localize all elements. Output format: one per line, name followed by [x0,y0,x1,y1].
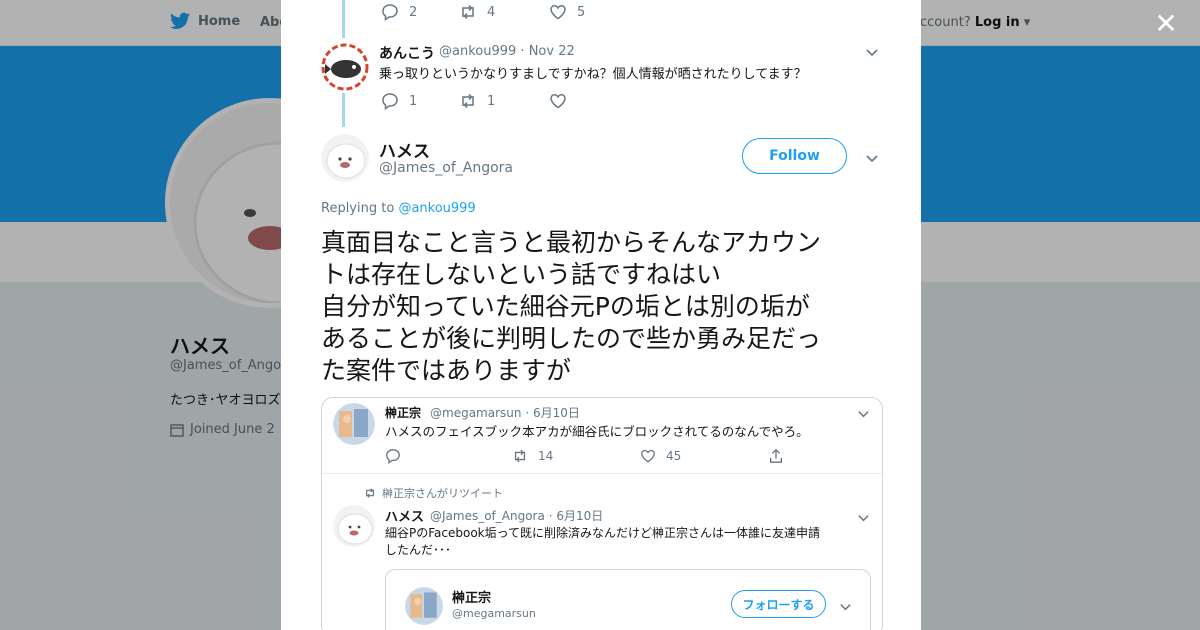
heart-icon [641,449,655,463]
heart-icon [550,94,566,109]
avatar[interactable] [333,505,375,547]
like-action[interactable]: 5 [549,3,585,21]
follow-button[interactable]: Follow [742,138,847,174]
quote-handle[interactable]: @James_of_Angora [430,509,545,523]
avatar[interactable] [333,403,375,445]
reply-count: 1 [409,93,418,109]
heart-icon [550,5,566,20]
retweet-count: 14 [538,449,554,463]
avatar[interactable] [405,587,443,625]
replying-to-link[interactable]: @ankou999 [398,201,475,216]
cat-avatar-image [333,505,375,547]
retweet-icon [462,93,474,109]
reply-action[interactable]: 2 [381,3,459,21]
reply-count: 2 [409,4,418,20]
main-tweet-line: 真面目なこと言うと最初からそんなアカウン [321,228,822,257]
tweet-modal: 2 4 5 あんこう @ankou999 · Nov 22 乗っ取りというかなり… [281,0,921,630]
reply-action[interactable]: 1 [381,92,459,110]
ankou-avatar-image [321,43,369,91]
quote-author-meta: @megamarsun · 6月10日 [430,404,580,421]
reply-action[interactable] [385,448,512,464]
like-count: 5 [577,4,586,20]
thread-line [342,0,345,38]
sakaki-avatar-image [333,403,375,445]
main-tweet-line: トは存在しないという話ですねはい [321,260,722,289]
like-action[interactable]: 45 [640,448,768,464]
divider [322,473,882,474]
reply-author-meta: @ankou999 · Nov 22 [439,44,575,59]
embedded-tweet[interactable]: 榊正宗 @megamarsun · 6月10日 ハメスのフェイスブック本アカが細… [321,397,883,630]
quote-tweet-line: したんだ･･･ [385,543,452,557]
retweet-count: 1 [487,93,496,109]
reply-icon [386,449,400,464]
tweet-actions: 14 45 [385,448,784,464]
retweet-count: 4 [487,4,496,20]
quote-tweet-text: 細谷PのFacebook垢って既に削除済みなんだけど榊正宗さんは一体誰に友達申請… [385,525,875,559]
retweet-context: 榊正宗さんがリツイート [364,485,503,501]
embed-author-name[interactable]: 榊正宗 [452,587,491,606]
retweet-action[interactable]: 4 [459,3,549,21]
cat-avatar-image [321,134,369,182]
chevron-down-icon[interactable] [857,509,871,523]
thread-line [342,93,345,127]
retweet-icon [366,488,374,498]
quote-handle[interactable]: @megamarsun [430,406,521,420]
like-action[interactable] [549,92,567,110]
follow-button[interactable]: フォローする [731,590,826,618]
avatar[interactable] [321,134,369,182]
separator-dot: · [525,406,533,420]
retweet-context-label[interactable]: 榊正宗さんがリツイート [382,485,503,501]
chevron-down-icon[interactable] [865,44,879,58]
quote-tweet-text: ハメスのフェイスブック本アカが細谷氏にブロックされてるのなんでやろ。 [385,424,809,439]
main-tweet-line: 自分が知っていた細谷元Pの垢とは別の垢が [321,292,810,321]
quote-author-name[interactable]: 榊正宗 [385,404,421,421]
tweet-actions: 1 1 [381,92,567,110]
quote-date[interactable]: 6月10日 [533,406,580,420]
avatar[interactable] [321,43,369,91]
main-tweet-line: た案件ではありますが [321,356,572,385]
quote-date[interactable]: 6月10日 [556,509,603,523]
reply-date[interactable]: Nov 22 [529,44,575,59]
main-tweet-line: あることが後に判明したので些か勇み足だっ [321,324,822,353]
quote-author-name[interactable]: ハメス [385,506,424,525]
quote-tweet-line: 細谷PのFacebook垢って既に削除済みなんだけど榊正宗さんは一体誰に友達申請 [385,526,821,540]
retweet-icon [514,449,526,463]
reply-handle[interactable]: @ankou999 [439,44,516,59]
chevron-down-icon[interactable] [839,598,853,612]
tweet-actions: 2 4 5 [381,3,585,21]
retweet-icon [462,4,474,20]
main-tweet-text: 真面目なこと言うと最初からそんなアカウン トは存在しないという話ですねはい 自分… [321,227,886,387]
main-author-handle[interactable]: @James_of_Angora [379,160,513,176]
chevron-down-icon[interactable] [865,150,879,164]
share-action[interactable] [768,448,784,464]
share-icon [770,448,782,463]
chevron-down-icon[interactable] [857,405,871,419]
separator-dot: · [520,44,529,59]
replying-to: Replying to @ankou999 [321,201,476,216]
reply-tweet-text: 乗っ取りというかなりすましですかね？個人情報が晒されたりしてます？ [379,67,807,82]
reply-icon [382,93,398,110]
embedded-profile-card[interactable]: 榊正宗 @megamarsun フォローする [385,569,871,630]
quote-author-meta: @James_of_Angora · 6月10日 [430,507,603,524]
main-author-name[interactable]: ハメス [379,137,430,162]
retweet-action[interactable]: 14 [512,448,640,464]
reply-author-name[interactable]: あんこう [379,43,435,63]
close-icon[interactable]: ✕ [1152,10,1180,38]
like-count: 45 [666,449,682,463]
replying-prefix: Replying to [321,201,395,216]
retweet-action[interactable]: 1 [459,92,549,110]
reply-icon [382,4,398,21]
embed-author-handle[interactable]: @megamarsun [452,607,536,620]
sakaki-avatar-image [405,587,443,625]
